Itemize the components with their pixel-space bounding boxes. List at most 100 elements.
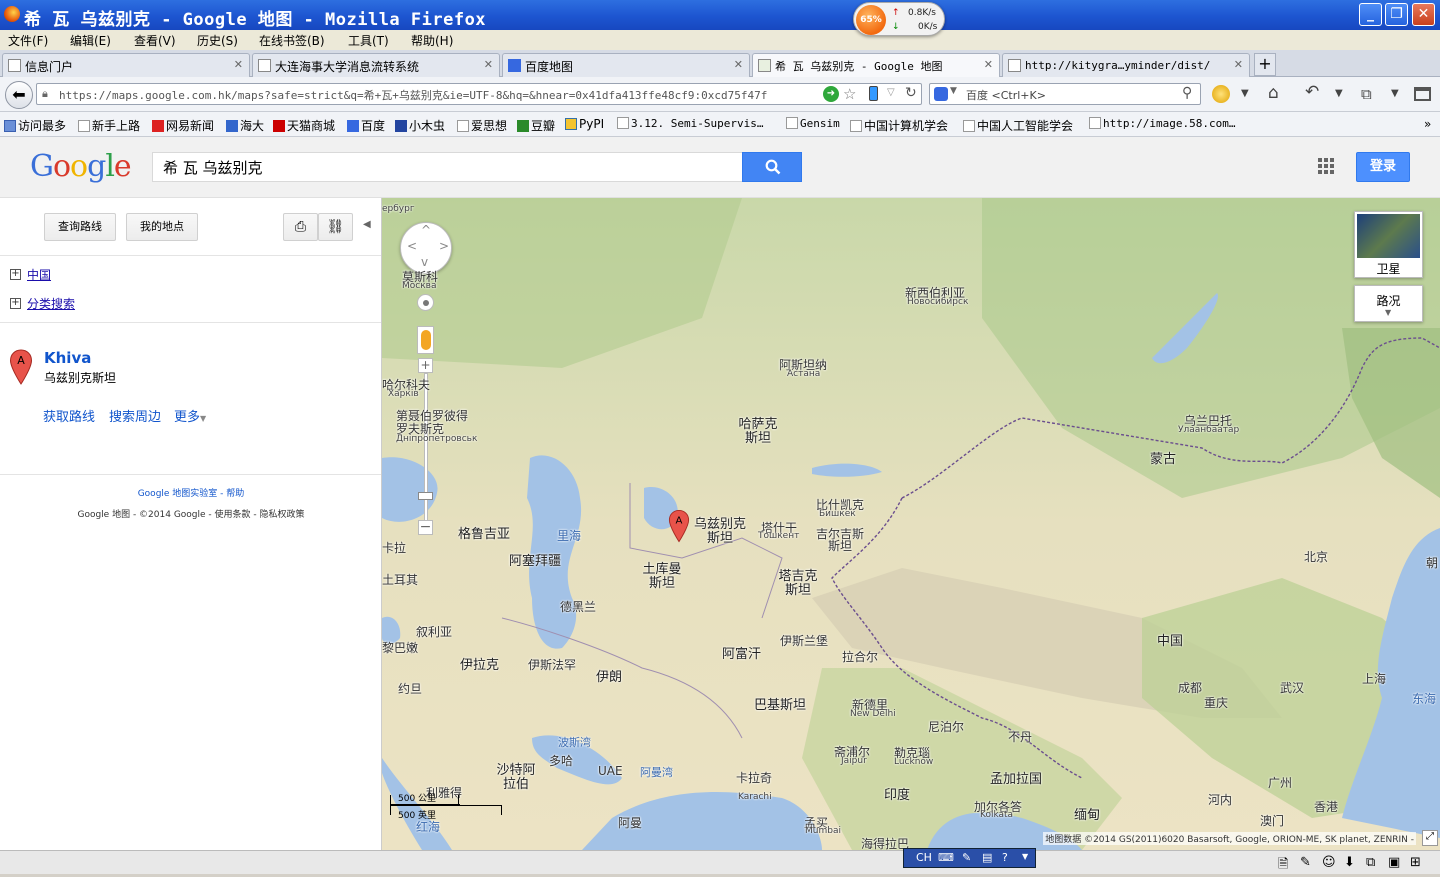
- undo-dropdown-icon[interactable]: ▼: [1335, 88, 1343, 99]
- tab-dlmu-system[interactable]: 大连海事大学消息流转系统 ✕: [252, 53, 500, 77]
- traffic-toggle[interactable]: 路况 ▼: [1354, 285, 1423, 322]
- windows-icon[interactable]: ⧉: [1366, 855, 1375, 870]
- menu-edit[interactable]: 编辑(E): [70, 32, 111, 49]
- pan-left-icon[interactable]: <: [407, 239, 417, 253]
- new-tab-button[interactable]: +: [1254, 53, 1276, 76]
- tab-close-icon[interactable]: ✕: [1234, 58, 1243, 71]
- tab-close-icon[interactable]: ✕: [234, 58, 243, 71]
- crop-icon[interactable]: ⧉: [1361, 85, 1372, 103]
- bookmark-semi-supervised[interactable]: 3.12. Semi-Supervis…: [617, 117, 763, 130]
- tab-close-icon[interactable]: ✕: [484, 58, 493, 71]
- bookmark-tmall[interactable]: 天猫商城: [273, 117, 335, 134]
- my-location-icon[interactable]: [417, 294, 434, 311]
- bookmark-163-news[interactable]: 网易新闻: [152, 117, 214, 134]
- menu-tools[interactable]: 工具(T): [348, 32, 389, 49]
- bookmark-pypi[interactable]: PyPI: [565, 117, 604, 131]
- softkey-icon[interactable]: ▤: [982, 851, 992, 864]
- bookmark-star-icon[interactable]: ☆: [843, 85, 856, 103]
- result-marker-a-icon[interactable]: A: [9, 349, 33, 385]
- zoom-slider[interactable]: [424, 373, 428, 523]
- bookmark-aisixiang[interactable]: 爱思想: [457, 117, 507, 134]
- search-engine-bar[interactable]: ▼ 百度 <Ctrl+K> ⚲: [929, 83, 1201, 105]
- bookmark-baidu[interactable]: 百度: [347, 117, 385, 134]
- zoom-out-button[interactable]: −: [418, 520, 433, 535]
- bookmark-ccf[interactable]: 中国计算机学会: [850, 117, 948, 134]
- pan-up-icon[interactable]: ^: [421, 223, 431, 237]
- reload-icon[interactable]: ↻: [905, 85, 917, 101]
- bookmarks-overflow-icon[interactable]: »: [1424, 117, 1431, 131]
- print-icon[interactable]: ⎙: [283, 213, 318, 241]
- link-icon[interactable]: ⛓: [318, 213, 353, 241]
- maps-search-input[interactable]: [153, 153, 743, 181]
- bookmark-dlmu[interactable]: 海大: [226, 117, 264, 134]
- pan-right-icon[interactable]: >: [439, 239, 449, 253]
- pan-control[interactable]: ^ < > v: [400, 222, 452, 274]
- pan-down-icon[interactable]: v: [421, 255, 428, 269]
- menu-bookmarks[interactable]: 在线书签(B): [259, 32, 325, 49]
- more-link[interactable]: 更多▼: [174, 406, 206, 425]
- minimize-button[interactable]: _: [1359, 3, 1382, 26]
- result-title[interactable]: Khiva: [44, 349, 91, 367]
- addon-icon[interactable]: ▣: [1388, 855, 1400, 870]
- go-icon[interactable]: ➜: [823, 86, 839, 102]
- ime-toolbar[interactable]: CH ⌨ ✎ ▤ ? ▼: [903, 848, 1036, 868]
- google-logo[interactable]: Google: [30, 149, 132, 184]
- bookmark-image58[interactable]: http://image.58.com…: [1089, 117, 1235, 130]
- tab-baidu-map[interactable]: 百度地图 ✕: [502, 53, 750, 77]
- link-category-search[interactable]: 分类搜索: [27, 295, 75, 312]
- mobile-icon[interactable]: [869, 86, 878, 101]
- search-nearby-link[interactable]: 搜索周边: [109, 406, 161, 425]
- tab-kitygraph[interactable]: http://kitygra…yminder/dist/ ✕: [1002, 53, 1250, 77]
- maps-labs-help-link[interactable]: Google 地图实验室 - 帮助: [0, 486, 382, 499]
- traffic-dropdown-icon[interactable]: ▼: [1385, 308, 1391, 317]
- back-button[interactable]: ⬅: [5, 81, 33, 109]
- tab-google-maps[interactable]: 希 瓦 乌兹别克 - Google 地图 ✕: [752, 53, 1000, 77]
- expand-plus-icon[interactable]: +: [10, 298, 21, 309]
- dropdown-icon[interactable]: ▽: [887, 87, 895, 98]
- bookmark-most-visited[interactable]: 访问最多: [4, 117, 66, 134]
- ime-dropdown-icon[interactable]: ▼: [1022, 852, 1028, 861]
- expand-plus-icon[interactable]: +: [10, 269, 21, 280]
- link-china[interactable]: 中国: [27, 266, 51, 283]
- help-icon[interactable]: ?: [1002, 851, 1008, 864]
- pen-icon[interactable]: ✎: [962, 851, 971, 864]
- close-window-button[interactable]: ✕: [1412, 3, 1435, 26]
- tab-close-icon[interactable]: ✕: [734, 58, 743, 71]
- get-directions-link[interactable]: 获取路线: [43, 406, 95, 425]
- satellite-toggle[interactable]: 卫星: [1354, 211, 1423, 278]
- directions-button[interactable]: 查询路线: [44, 213, 116, 241]
- download-icon[interactable]: ⬇: [1344, 855, 1355, 870]
- apps-grid-icon[interactable]: [1318, 158, 1334, 174]
- feedback-icon[interactable]: ⊞: [1410, 855, 1421, 870]
- menu-file[interactable]: 文件(F): [8, 32, 48, 49]
- bookmark-muchong[interactable]: 小木虫: [395, 117, 445, 134]
- bookmark-gensim[interactable]: Gensim: [786, 117, 840, 130]
- crop-dropdown-icon[interactable]: ▼: [1391, 88, 1399, 99]
- tools-icon[interactable]: ✎: [1300, 855, 1311, 870]
- undo-icon[interactable]: ↶: [1305, 82, 1319, 102]
- maps-search-box[interactable]: [152, 152, 744, 182]
- tab-info-portal[interactable]: 信息门户 ✕: [2, 53, 250, 77]
- map-expand-icon[interactable]: ⤢: [1422, 830, 1438, 846]
- mask-icon[interactable]: ☺: [1322, 855, 1336, 870]
- addon-face-icon[interactable]: [1212, 85, 1230, 103]
- maximize-button[interactable]: ❐: [1385, 3, 1408, 26]
- search-icon[interactable]: ⚲: [1182, 85, 1192, 101]
- my-places-button[interactable]: 我的地点: [126, 213, 198, 241]
- engine-dropdown-icon[interactable]: ▼: [950, 86, 957, 96]
- menu-history[interactable]: 历史(S): [197, 32, 238, 49]
- network-monitor-widget[interactable]: 65% ↑ 0.8K/s ↓ 0K/s: [853, 2, 945, 36]
- pegman-icon[interactable]: [417, 326, 434, 354]
- zoom-in-button[interactable]: +: [418, 358, 433, 373]
- home-icon[interactable]: ⌂: [1268, 83, 1279, 103]
- url-bar[interactable]: 🔒︎ https://maps.google.com.hk/maps?safe=…: [36, 83, 922, 105]
- menu-help[interactable]: 帮助(H): [411, 32, 453, 49]
- map-marker-a-icon[interactable]: A: [668, 509, 690, 543]
- login-button[interactable]: 登录: [1356, 152, 1410, 182]
- menu-view[interactable]: 查看(V): [134, 32, 176, 49]
- keyboard-icon[interactable]: ⌨: [938, 851, 954, 864]
- map-canvas[interactable]: ^ < > v + − 卫星 路况 ▼ A ербург 莫斯科 Москва …: [382, 198, 1440, 850]
- collapse-panel-icon[interactable]: ◀: [363, 219, 371, 230]
- addon-dropdown-icon[interactable]: ▼: [1241, 88, 1249, 99]
- tab-close-icon[interactable]: ✕: [984, 58, 993, 71]
